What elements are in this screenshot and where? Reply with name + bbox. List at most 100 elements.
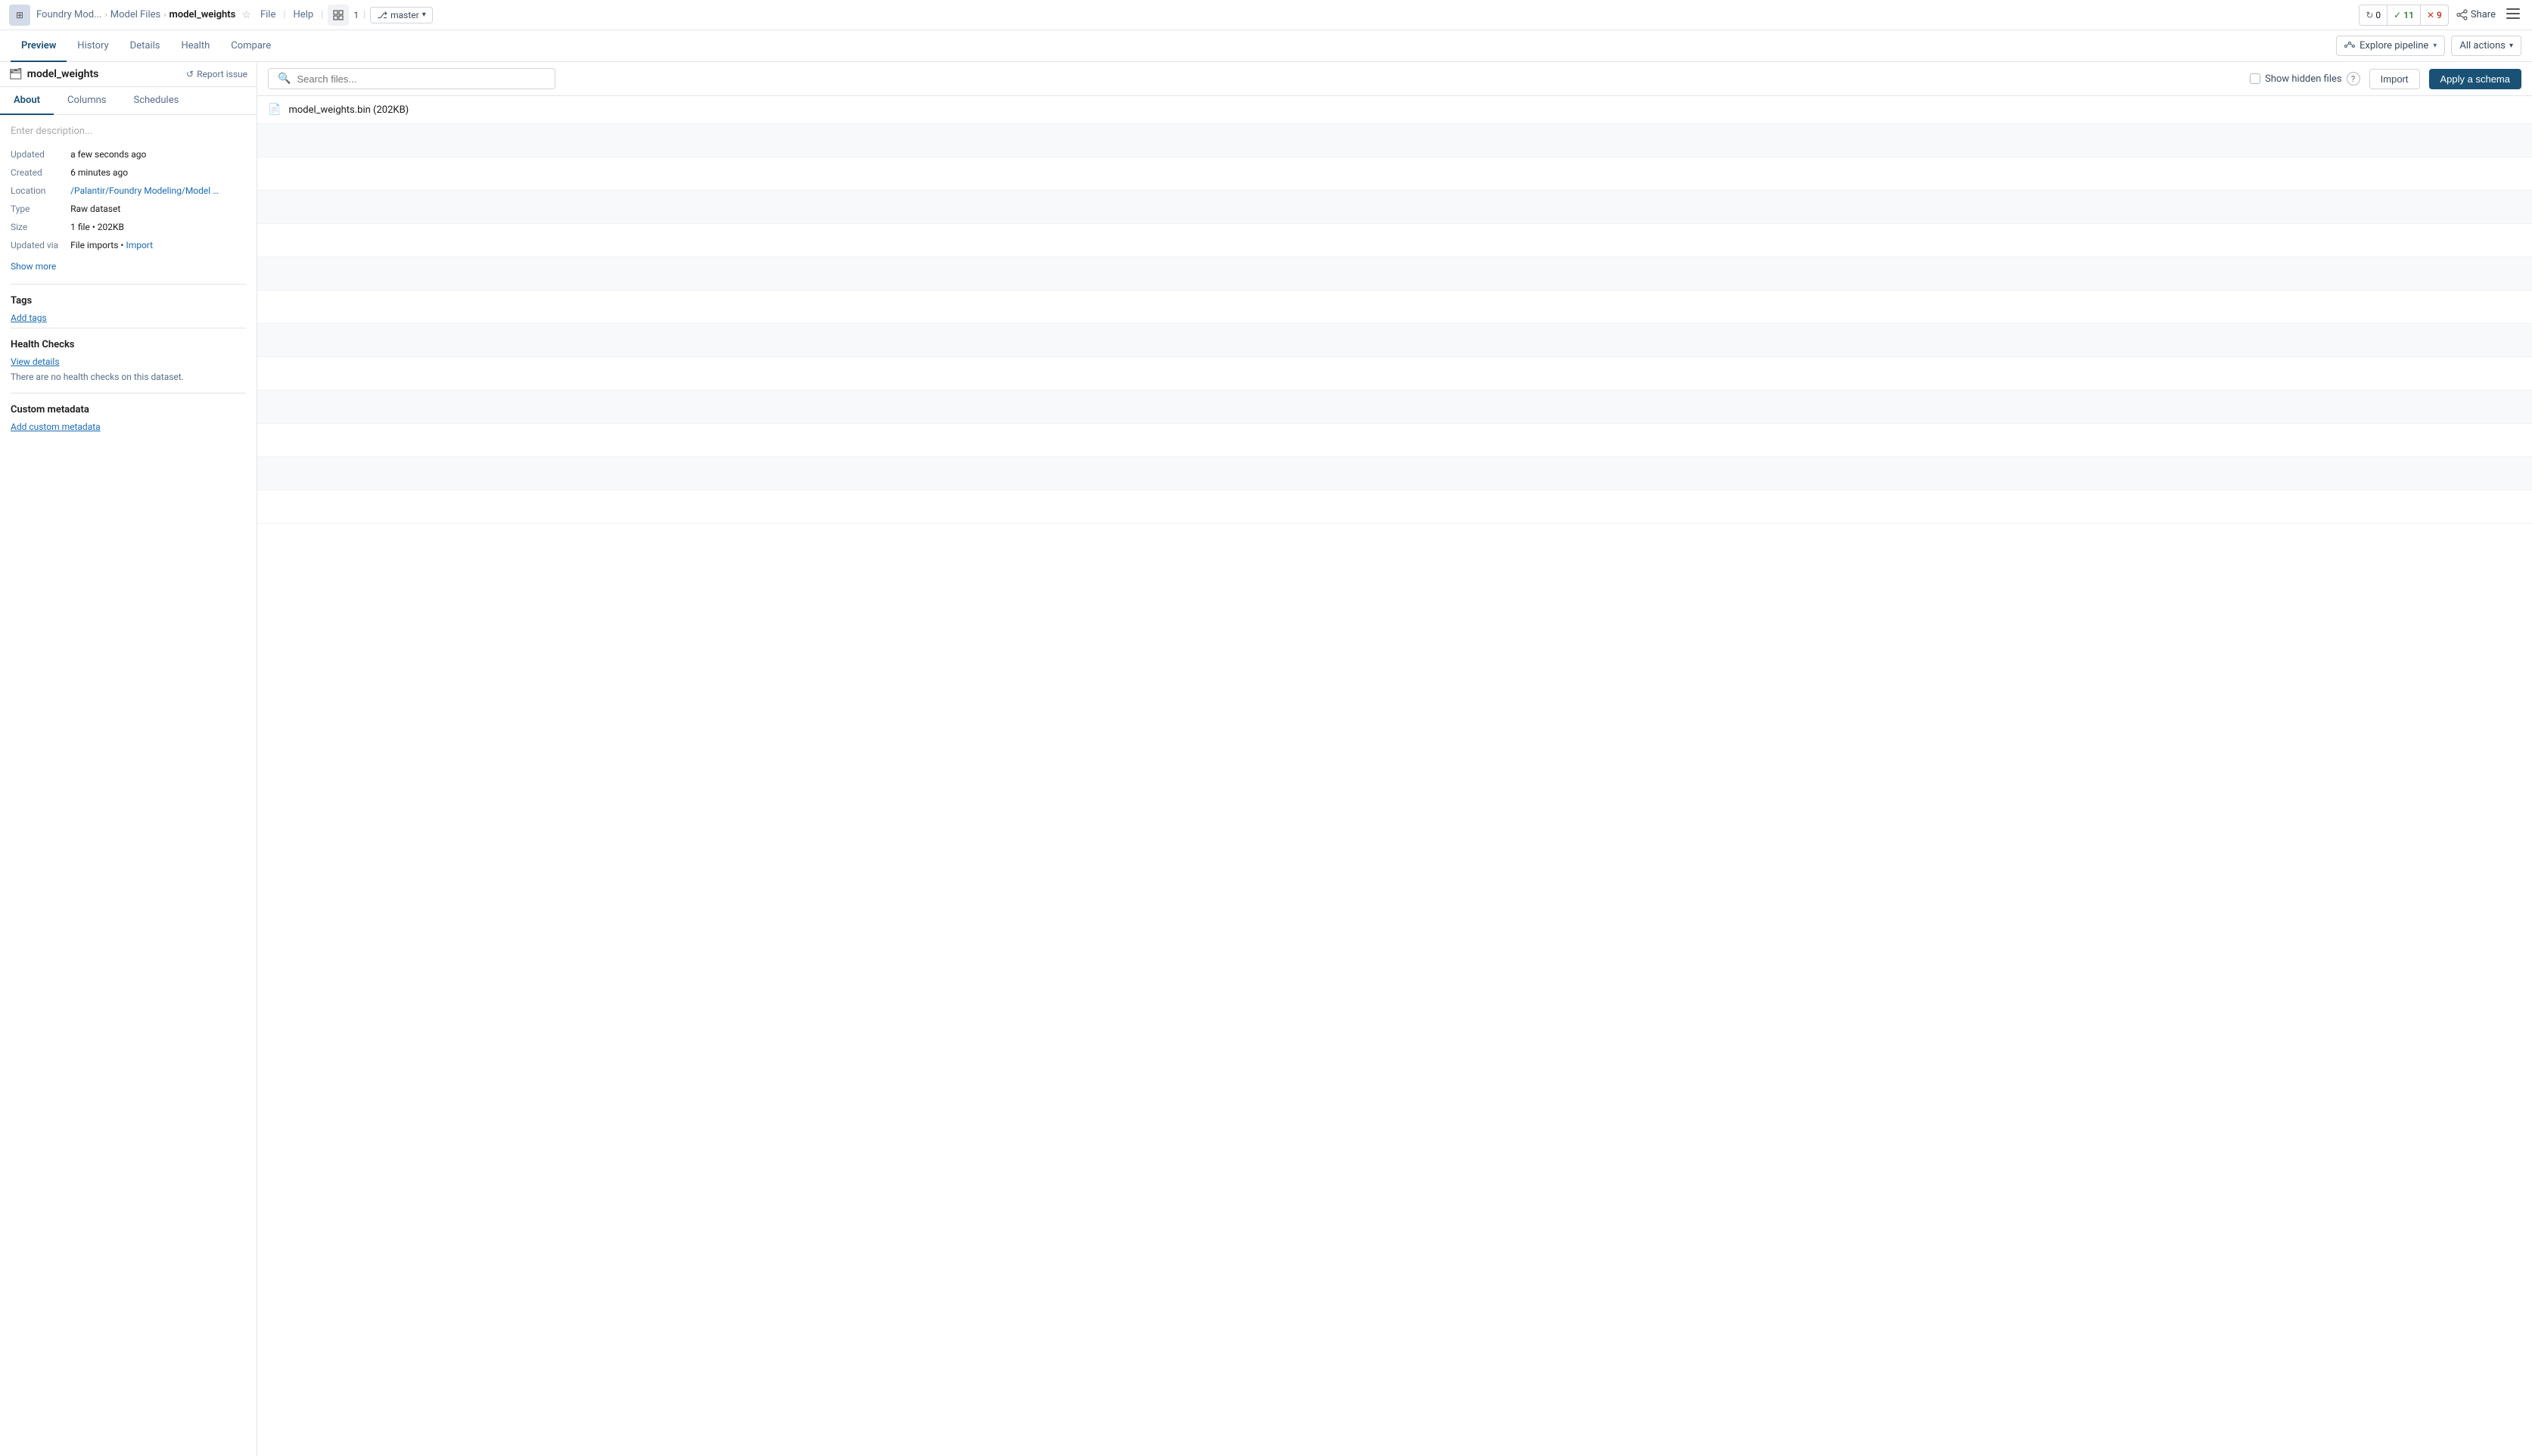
created-value: 6 minutes ago — [70, 167, 246, 178]
view-details-btn[interactable]: View details — [11, 356, 246, 367]
divider-1 — [11, 284, 246, 285]
notif-x[interactable]: ✕ 9 — [2421, 5, 2448, 25]
top-bar-left: ⊞ Foundry Mod... › Model Files › model_w… — [9, 5, 433, 26]
x-count: 9 — [2437, 10, 2442, 20]
branch-icon: ⎇ — [377, 10, 387, 20]
updated-value: a few seconds ago — [70, 149, 246, 160]
app-icon[interactable]: ⊞ — [9, 5, 30, 26]
empty-row-11 — [257, 457, 2532, 490]
top-bar-right: ↻ 0 ✓ 11 ✕ 9 Share — [2359, 5, 2523, 26]
dataset-name: model_weights — [27, 68, 99, 80]
sub-tab-about[interactable]: About — [0, 87, 54, 115]
help-icon[interactable]: ? — [2347, 72, 2360, 86]
updated-label: Updated — [11, 149, 58, 160]
empty-row-9 — [257, 390, 2532, 424]
refresh-icon: ↻ — [2366, 10, 2373, 20]
breadcrumb-sep-1: › — [104, 10, 107, 20]
updated-via-value: File imports • Import — [70, 240, 246, 250]
tags-title: Tags — [11, 295, 246, 306]
breadcrumb-item-foundry[interactable]: Foundry Mod... — [36, 9, 101, 20]
empty-row-6 — [257, 291, 2532, 324]
size-value: 1 file • 202KB — [70, 222, 246, 232]
breadcrumb-item-model-files[interactable]: Model Files — [110, 9, 161, 20]
empty-row-10 — [257, 424, 2532, 457]
grid-view-btn[interactable] — [328, 5, 349, 26]
share-btn[interactable]: Share — [2456, 9, 2496, 20]
add-tags-btn[interactable]: Add tags — [11, 313, 246, 323]
show-more-btn[interactable]: Show more — [11, 261, 246, 272]
dataset-icon: 🗂 — [9, 68, 23, 80]
star-icon[interactable]: ☆ — [241, 9, 251, 21]
refresh-count: 0 — [2375, 10, 2381, 20]
branch-btn[interactable]: ⎇ master ▾ — [370, 7, 432, 23]
divider-3 — [11, 393, 246, 394]
search-box[interactable]: 🔍 — [268, 68, 555, 89]
check-icon: ✓ — [2394, 10, 2401, 20]
pipeline-icon — [2344, 41, 2355, 51]
report-issue-label: Report issue — [197, 69, 247, 79]
import-btn[interactable]: Import — [2369, 69, 2420, 89]
show-hidden-container: Show hidden files ? — [2250, 72, 2360, 86]
location-label: Location — [11, 185, 58, 196]
file-menu-btn[interactable]: File — [257, 8, 278, 22]
health-checks-title: Health Checks — [11, 339, 246, 350]
location-value[interactable]: /Palantir/Foundry Modeling/Model Files/m… — [70, 185, 222, 196]
apply-schema-btn[interactable]: Apply a schema — [2429, 69, 2522, 89]
add-custom-metadata-btn[interactable]: Add custom metadata — [11, 422, 246, 432]
file-toolbar-right: Show hidden files ? Import Apply a schem… — [2250, 69, 2521, 89]
report-issue-icon: ↺ — [186, 69, 194, 79]
explore-pipeline-label: Explore pipeline — [2359, 40, 2428, 51]
sub-tab-schedules[interactable]: Schedules — [120, 87, 192, 115]
updated-via-label: Updated via — [11, 240, 58, 250]
dataset-title: 🗂 model_weights — [9, 68, 98, 80]
empty-row-3 — [257, 191, 2532, 224]
custom-metadata-title: Custom metadata — [11, 404, 246, 415]
report-issue-btn[interactable]: ↺ Report issue — [186, 69, 247, 79]
show-hidden-checkbox[interactable] — [2250, 73, 2260, 84]
all-actions-chevron-icon: ▾ — [2509, 42, 2513, 50]
about-section: Enter description... Updated a few secon… — [0, 115, 257, 437]
tab-health[interactable]: Health — [170, 31, 220, 62]
share-icon — [2456, 9, 2468, 20]
main-tabs: Preview History Details Health Compare — [11, 30, 282, 61]
tab-details[interactable]: Details — [120, 31, 171, 62]
search-input[interactable] — [297, 73, 546, 85]
content-area: 🗂 model_weights ↺ Report issue About Col… — [0, 62, 2532, 1456]
sidebar: 🗂 model_weights ↺ Report issue About Col… — [0, 62, 257, 1456]
empty-row-1 — [257, 124, 2532, 157]
search-icon: 🔍 — [278, 73, 291, 85]
check-count: 11 — [2403, 10, 2414, 20]
main-panel: 🔍 Show hidden files ? Import Apply a sch… — [257, 62, 2532, 1456]
tab-preview[interactable]: Preview — [11, 31, 67, 62]
file-item[interactable]: 📄 model_weights.bin (202KB) — [257, 96, 2532, 124]
type-label: Type — [11, 204, 58, 214]
health-checks-text: There are no health checks on this datas… — [11, 372, 246, 382]
help-menu-btn[interactable]: Help — [291, 8, 317, 22]
explore-pipeline-btn[interactable]: Explore pipeline ▾ — [2336, 36, 2445, 56]
import-link[interactable]: Import — [126, 240, 153, 250]
empty-row-2 — [257, 157, 2532, 191]
file-toolbar: 🔍 Show hidden files ? Import Apply a sch… — [257, 62, 2532, 96]
sub-tab-columns[interactable]: Columns — [54, 87, 120, 115]
all-actions-label: All actions — [2459, 40, 2506, 51]
all-actions-btn[interactable]: All actions ▾ — [2451, 36, 2521, 56]
branch-label: master — [390, 10, 419, 20]
notif-refresh[interactable]: ↻ 0 — [2359, 5, 2387, 25]
tab-compare[interactable]: Compare — [220, 31, 282, 62]
type-value: Raw dataset — [70, 204, 246, 214]
breadcrumb: Foundry Mod... › Model Files › model_wei… — [36, 9, 251, 21]
empty-row-4 — [257, 224, 2532, 257]
tabs-bar: Preview History Details Health Compare E… — [0, 30, 2532, 62]
size-label: Size — [11, 222, 58, 232]
empty-row-5 — [257, 257, 2532, 291]
description-placeholder[interactable]: Enter description... — [11, 126, 246, 137]
notif-check[interactable]: ✓ 11 — [2387, 5, 2421, 25]
tab-history[interactable]: History — [67, 31, 119, 62]
notification-group[interactable]: ↻ 0 ✓ 11 ✕ 9 — [2359, 5, 2449, 26]
menu-icon-btn[interactable] — [2503, 5, 2523, 25]
empty-row-12 — [257, 490, 2532, 524]
file-name: model_weights.bin (202KB) — [288, 104, 409, 116]
empty-row-7 — [257, 324, 2532, 357]
breadcrumb-current: model_weights — [170, 9, 236, 20]
branch-chevron-icon: ▾ — [422, 11, 426, 19]
